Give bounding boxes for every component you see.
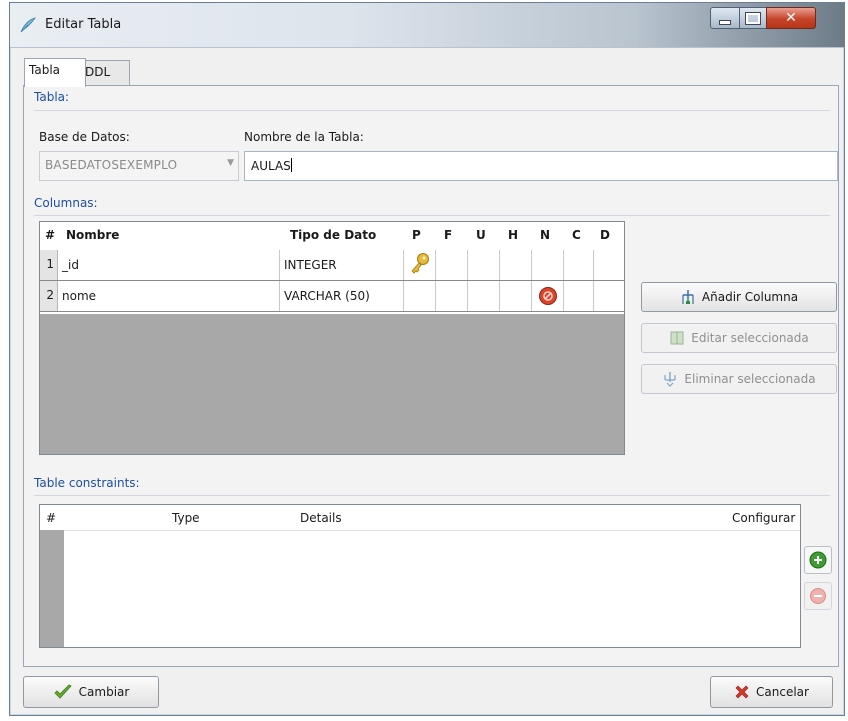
tab-panel-tabla: Tabla: Base de Datos: Nombre de la Tabla… <box>23 85 839 667</box>
constraints-row-header-area <box>40 530 64 647</box>
row-number: 2 <box>40 281 58 311</box>
remove-constraint-button[interactable] <box>804 582 832 610</box>
header-nombre: Nombre <box>66 228 120 242</box>
header-d: D <box>600 228 610 242</box>
cell-d[interactable] <box>594 250 624 280</box>
plus-circle-icon <box>809 551 827 569</box>
apply-label: Cambiar <box>78 685 130 699</box>
header-c: C <box>572 228 581 242</box>
maximize-icon <box>745 11 761 25</box>
add-constraint-button[interactable] <box>804 546 832 574</box>
chevron-down-icon: ▼ <box>227 158 234 168</box>
edit-column-icon <box>670 331 684 345</box>
cell-tipo[interactable]: VARCHAR (50) <box>280 281 404 311</box>
cell-p[interactable] <box>404 281 436 311</box>
table-name-label: Nombre de la Tabla: <box>244 130 364 144</box>
header-num: # <box>46 511 57 525</box>
cell-f[interactable] <box>436 250 468 280</box>
delete-column-icon <box>664 372 677 387</box>
grid-empty-area <box>40 314 624 454</box>
minimize-icon <box>719 19 731 25</box>
close-icon: ✕ <box>785 10 797 26</box>
cancel-label: Cancelar <box>756 685 809 699</box>
delete-selected-button[interactable]: Eliminar seleccionada <box>641 364 837 394</box>
cell-f[interactable] <box>436 281 468 311</box>
title-bar[interactable]: Editar Tabla ✕ <box>10 3 844 48</box>
constraints-grid-header: # Type Details Configurar <box>40 505 800 531</box>
minimize-button[interactable] <box>710 7 740 29</box>
cell-c[interactable] <box>564 250 594 280</box>
tab-tabla[interactable]: Tabla <box>24 58 86 87</box>
cell-n[interactable] <box>532 281 564 311</box>
database-select-value: BASEDATOSEXEMPLO <box>45 158 178 172</box>
cell-p[interactable] <box>404 250 436 280</box>
checkmark-icon <box>54 684 72 699</box>
header-u: U <box>476 228 486 242</box>
section-title-columnas: Columnas: <box>34 196 98 210</box>
feather-icon <box>20 17 37 33</box>
header-configurar: Configurar <box>732 511 796 525</box>
minus-circle-icon <box>810 588 826 604</box>
close-button[interactable]: ✕ <box>766 7 816 29</box>
row-divider <box>40 311 624 312</box>
cell-tipo[interactable]: INTEGER <box>280 250 404 280</box>
cell-nombre[interactable]: nome <box>58 281 280 311</box>
header-h: H <box>508 228 519 242</box>
cell-nombre[interactable]: _id <box>58 250 280 280</box>
not-null-icon <box>539 287 557 305</box>
maximize-button[interactable] <box>739 7 767 29</box>
section-divider <box>34 495 830 496</box>
header-type: Type <box>172 511 200 525</box>
cancel-button[interactable]: Cancelar <box>710 676 833 708</box>
tab-ddl[interactable]: DDL <box>80 60 130 85</box>
cell-d[interactable] <box>594 281 624 311</box>
header-num: # <box>45 228 56 242</box>
section-title-tabla: Tabla: <box>34 90 70 104</box>
row-number: 1 <box>40 250 58 280</box>
cell-c[interactable] <box>564 281 594 311</box>
database-label: Base de Datos: <box>39 130 130 144</box>
edit-selected-label: Editar seleccionada <box>691 331 809 345</box>
primary-key-icon <box>411 253 429 274</box>
apply-button[interactable]: Cambiar <box>23 676 159 708</box>
header-tipo: Tipo de Dato <box>290 228 377 242</box>
columns-grid-header: # Nombre Tipo de Dato P F U H N C D <box>40 222 624 248</box>
cell-n[interactable] <box>532 250 564 280</box>
cell-u[interactable] <box>468 281 500 311</box>
window-title: Editar Tabla <box>45 17 122 32</box>
header-f: F <box>444 228 453 242</box>
cell-h[interactable] <box>500 281 532 311</box>
delete-selected-label: Eliminar seleccionada <box>684 372 816 386</box>
columns-grid[interactable]: # Nombre Tipo de Dato P F U H N C D 1 _i… <box>39 221 625 455</box>
table-name-value: AULAS <box>251 158 292 173</box>
section-divider <box>34 215 830 216</box>
add-column-button[interactable]: Añadir Columna <box>641 282 837 312</box>
database-select[interactable]: BASEDATOSEXEMPLO ▼ <box>39 151 239 181</box>
add-column-icon <box>682 290 694 304</box>
table-row[interactable]: 2 nome VARCHAR (50) <box>40 281 624 311</box>
edit-selected-button[interactable]: Editar seleccionada <box>641 323 837 353</box>
section-title-constraints: Table constraints: <box>34 476 140 490</box>
editar-tabla-dialog: Editar Tabla ✕ Tabla DDL Tabla: Base de … <box>9 2 845 716</box>
header-p: P <box>412 228 421 242</box>
header-details: Details <box>300 511 342 525</box>
section-divider <box>34 110 830 111</box>
table-row[interactable]: 1 _id INTEGER <box>40 250 624 280</box>
table-name-input[interactable]: AULAS <box>244 151 838 181</box>
cancel-x-icon <box>735 685 749 699</box>
add-column-label: Añadir Columna <box>701 290 799 304</box>
header-n: N <box>540 228 551 242</box>
cell-h[interactable] <box>500 250 532 280</box>
constraints-grid[interactable]: # Type Details Configurar <box>39 504 801 648</box>
cell-u[interactable] <box>468 250 500 280</box>
